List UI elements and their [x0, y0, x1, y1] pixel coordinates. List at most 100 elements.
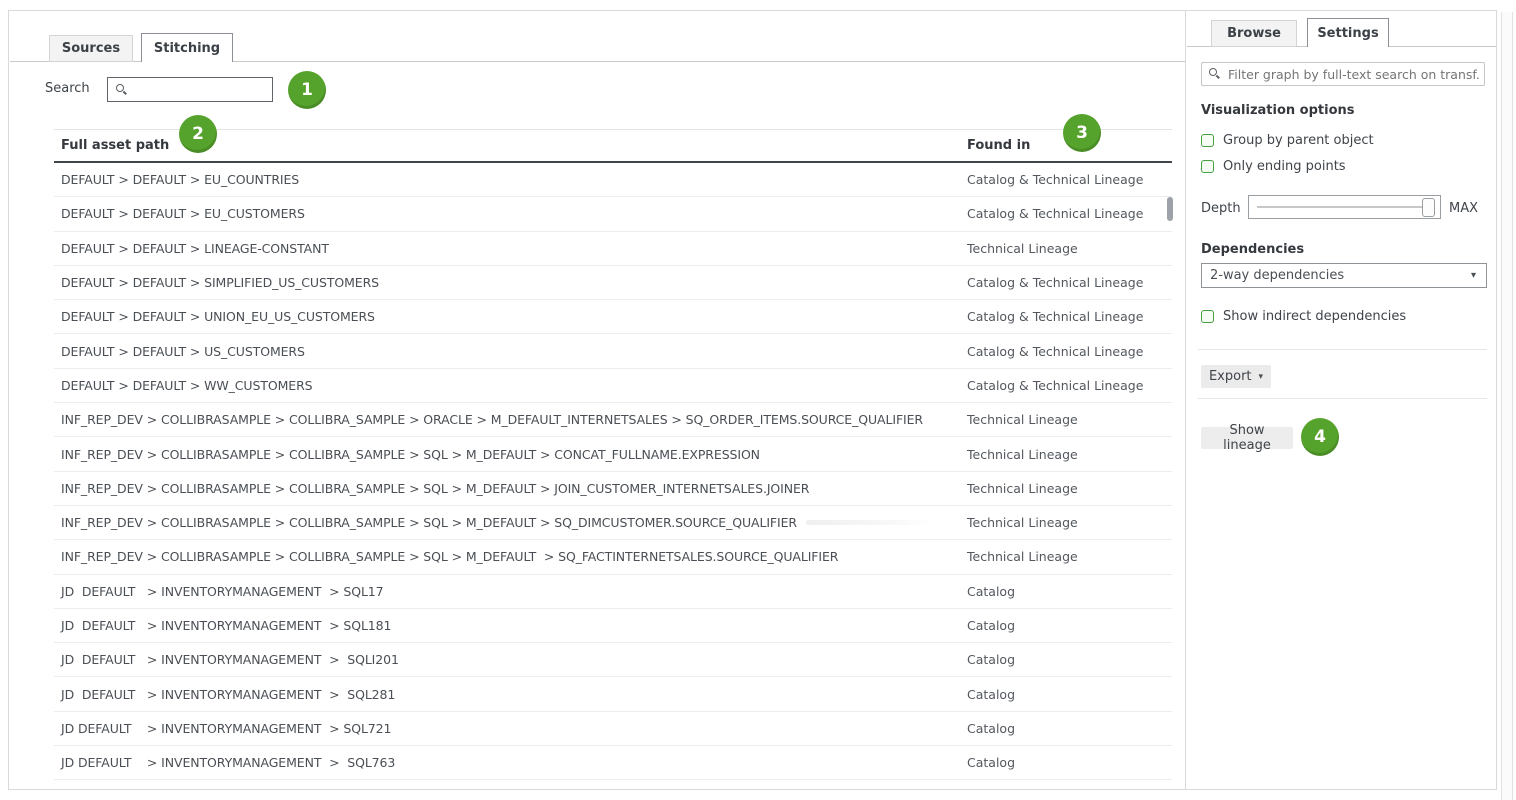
found-in-cell: Catalog — [967, 687, 1172, 702]
filter-box — [1201, 62, 1485, 86]
table-row[interactable]: JD DEFAULT > INVENTORYMANAGEMENT > SQL28… — [54, 677, 1172, 711]
annotation-number: 1 — [301, 80, 313, 100]
only-ending-points-checkbox[interactable] — [1201, 160, 1214, 173]
visualization-options-title: Visualization options — [1201, 103, 1355, 118]
found-in-cell: Technical Lineage — [967, 412, 1172, 427]
show-lineage-button[interactable]: Show lineage — [1201, 427, 1293, 449]
tab-sources[interactable]: Sources — [49, 35, 133, 62]
asset-path-cell: JD DEFAULT > INVENTORYMANAGEMENT > SQLI2… — [54, 652, 967, 667]
asset-path-cell: DEFAULT > DEFAULT > US_CUSTOMERS — [54, 344, 967, 359]
table-row[interactable]: INF_REP_DEV > COLLIBRASAMPLE > COLLIBRA_… — [54, 437, 1172, 471]
left-scrollbar-thumb[interactable] — [1167, 197, 1173, 221]
table-row[interactable]: JD DEFAULT > INVENTORYMANAGEMENT > SQLI2… — [54, 643, 1172, 677]
search-icon — [116, 84, 128, 96]
table-row[interactable]: INF_REP_DEV > COLLIBRASAMPLE > COLLIBRA_… — [54, 506, 1172, 540]
table-row[interactable]: JD DEFAULT > INVENTORYMANAGEMENT > SQL18… — [54, 609, 1172, 643]
table-row[interactable]: INF_REP_DEV > COLLIBRASAMPLE > COLLIBRA_… — [54, 403, 1172, 437]
table-row[interactable]: DEFAULT > DEFAULT > WW_CUSTOMERSCatalog … — [54, 369, 1172, 403]
asset-path-cell: DEFAULT > DEFAULT > EU_CUSTOMERS — [54, 206, 967, 221]
found-in-cell: Catalog — [967, 618, 1172, 633]
chevron-down-icon: ▾ — [1471, 270, 1476, 281]
group-by-parent-checkbox[interactable] — [1201, 134, 1214, 147]
content-panel: Sources Stitching Search Full asset path… — [8, 10, 1497, 790]
depth-slider[interactable] — [1248, 195, 1441, 219]
lineage-app: Sources Stitching Search Full asset path… — [0, 0, 1516, 800]
table-row[interactable]: DEFAULT > DEFAULT > EU_COUNTRIESCatalog … — [54, 163, 1172, 197]
table-row[interactable]: DEFAULT > DEFAULT > SIMPLIFIED_US_CUSTOM… — [54, 266, 1172, 300]
found-in-cell: Technical Lineage — [967, 447, 1172, 462]
asset-path-cell: JD DEFAULT > INVENTORYMANAGEMENT > SQL76… — [54, 755, 967, 770]
chevron-down-icon: ▾ — [1259, 372, 1264, 382]
found-in-cell: Catalog — [967, 755, 1172, 770]
depth-label: Depth — [1201, 201, 1241, 216]
show-lineage-button-label: Show lineage — [1207, 423, 1287, 453]
tab-sources-label: Sources — [62, 41, 120, 56]
search-input[interactable] — [133, 81, 272, 98]
tab-settings[interactable]: Settings — [1307, 18, 1389, 47]
found-in-cell: Catalog & Technical Lineage — [967, 378, 1172, 393]
filter-graph-input[interactable] — [1226, 66, 1484, 83]
tab-browse-label: Browse — [1227, 26, 1281, 41]
page-scrollbar-track[interactable] — [1501, 12, 1513, 800]
table-row[interactable]: DEFAULT > DEFAULT > UNION_EU_US_CUSTOMER… — [54, 300, 1172, 334]
found-in-cell: Catalog & Technical Lineage — [967, 344, 1172, 359]
filter-search-icon — [1209, 68, 1221, 80]
tab-browse[interactable]: Browse — [1211, 20, 1297, 47]
found-in-cell: Catalog & Technical Lineage — [967, 172, 1172, 187]
asset-path-cell: INF_REP_DEV > COLLIBRASAMPLE > COLLIBRA_… — [54, 515, 967, 530]
checkbox-row-indirect-dependencies: Show indirect dependencies — [1201, 309, 1406, 324]
table-row[interactable]: INF_REP_DEV > COLLIBRASAMPLE > COLLIBRA_… — [54, 540, 1172, 574]
table-body: DEFAULT > DEFAULT > EU_COUNTRIESCatalog … — [54, 163, 1172, 790]
tab-settings-label: Settings — [1317, 26, 1378, 41]
asset-path-cell: DEFAULT > DEFAULT > EU_COUNTRIES — [54, 172, 967, 187]
table-row[interactable]: DEFAULT > DEFAULT > US_CUSTOMERSCatalog … — [54, 334, 1172, 368]
checkbox-row-only-ending-points: Only ending points — [1201, 159, 1346, 174]
asset-path-cell: JD DEFAULT > INVENTORYMANAGEMENT > SQL72… — [54, 721, 967, 736]
found-in-cell: Catalog — [967, 789, 1172, 790]
panel-divider — [1185, 10, 1186, 790]
found-in-cell: Catalog — [967, 584, 1172, 599]
table-row[interactable]: JD DEFAULT > INVENTORYMANAGEMENT > SQL17… — [54, 575, 1172, 609]
found-in-cell: Technical Lineage — [967, 549, 1172, 564]
found-in-cell: Catalog & Technical Lineage — [967, 309, 1172, 324]
annotation-number: 3 — [1076, 123, 1088, 143]
divider — [1198, 349, 1487, 350]
found-in-cell: Technical Lineage — [967, 241, 1172, 256]
export-button[interactable]: Export ▾ — [1201, 365, 1271, 388]
search-label: Search — [45, 81, 90, 96]
annotation-circle-2: 2 — [179, 115, 217, 153]
asset-path-cell: JD DEFAULT: > INVENTORYMANAGEMENT > F460… — [54, 789, 967, 790]
asset-path-cell: DEFAULT > DEFAULT > UNION_EU_US_CUSTOMER… — [54, 309, 967, 324]
found-in-cell: Catalog — [967, 721, 1172, 736]
tab-stitching[interactable]: Stitching — [141, 33, 233, 62]
depth-slider-thumb[interactable] — [1422, 198, 1435, 217]
table-row[interactable]: DEFAULT > DEFAULT > EU_CUSTOMERSCatalog … — [54, 197, 1172, 231]
asset-path-cell: JD DEFAULT > INVENTORYMANAGEMENT > SQL28… — [54, 687, 967, 702]
table-row[interactable]: INF_REP_DEV > COLLIBRASAMPLE > COLLIBRA_… — [54, 472, 1172, 506]
depth-slider-track[interactable] — [1257, 206, 1422, 208]
asset-path-cell: INF_REP_DEV > COLLIBRASAMPLE > COLLIBRA_… — [54, 481, 967, 496]
divider — [1198, 398, 1487, 399]
checkbox-row-group-by-parent: Group by parent object — [1201, 133, 1374, 148]
group-by-parent-label: Group by parent object — [1223, 133, 1374, 148]
tab-stitching-label: Stitching — [154, 41, 220, 56]
show-indirect-dependencies-checkbox[interactable] — [1201, 310, 1214, 323]
found-in-cell: Catalog & Technical Lineage — [967, 275, 1172, 290]
dependencies-selected-value: 2-way dependencies — [1210, 268, 1344, 283]
dependencies-title: Dependencies — [1201, 242, 1304, 257]
dependencies-select[interactable]: 2-way dependencies ▾ — [1201, 263, 1487, 288]
table-row[interactable]: DEFAULT > DEFAULT > LINEAGE-CONSTANTTech… — [54, 232, 1172, 266]
found-in-cell: Technical Lineage — [967, 515, 1172, 530]
asset-path-cell: DEFAULT > DEFAULT > LINEAGE-CONSTANT — [54, 241, 967, 256]
table-row[interactable]: JD DEFAULT > INVENTORYMANAGEMENT > SQL76… — [54, 746, 1172, 780]
annotation-circle-1: 1 — [288, 71, 326, 109]
asset-path-cell: INF_REP_DEV > COLLIBRASAMPLE > COLLIBRA_… — [54, 549, 967, 564]
annotation-circle-4: 4 — [1301, 418, 1339, 456]
asset-path-cell: INF_REP_DEV > COLLIBRASAMPLE > COLLIBRA_… — [54, 447, 967, 462]
table-header: Full asset path Found in — [54, 129, 1172, 163]
shimmer-artifact — [806, 520, 934, 525]
table-row[interactable]: JD DEFAULT: > INVENTORYMANAGEMENT > F460… — [54, 780, 1172, 790]
found-in-cell: Catalog & Technical Lineage — [967, 206, 1172, 221]
asset-path-cell: JD DEFAULT > INVENTORYMANAGEMENT > SQL17 — [54, 584, 967, 599]
table-row[interactable]: JD DEFAULT > INVENTORYMANAGEMENT > SQL72… — [54, 712, 1172, 746]
